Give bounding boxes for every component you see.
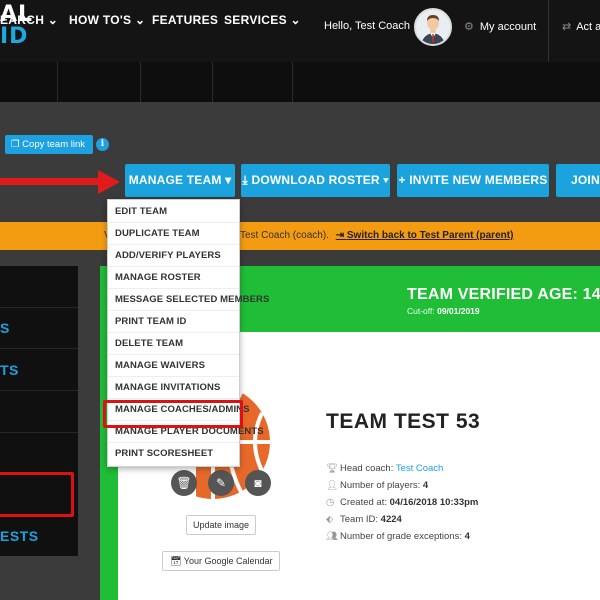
menu-highlight-box: [103, 400, 243, 428]
sidebar-divider: [0, 390, 78, 391]
team-id-value: 4224: [380, 514, 402, 525]
created-row: ◷ Created at: 04/16/2018 10:33pm: [326, 497, 478, 508]
nav-divider: [57, 62, 58, 102]
nav-how-tos[interactable]: HOW TO'S ⌄: [69, 13, 145, 27]
logo-line2: ID: [0, 24, 29, 49]
team-id-row: ⬖ Team ID: 4224: [326, 514, 402, 525]
act-as-link[interactable]: ⇄ Act a: [562, 20, 600, 33]
trash-icon: 🗑︎: [176, 476, 192, 490]
cutoff-date: 09/01/2019: [437, 306, 480, 316]
nav-divider: [140, 62, 141, 102]
sidebar-highlight-box: [0, 472, 74, 517]
switch-icon: ⇄: [562, 21, 572, 33]
users-icon: 👥︎: [326, 531, 339, 542]
annotation-arrow-shaft: [0, 178, 100, 185]
menu-item-manage-invitations[interactable]: MANAGE INVITATIONS: [108, 377, 239, 399]
menu-item-duplicate-team[interactable]: DUPLICATE TEAM: [108, 223, 239, 245]
team-verified-age: TEAM VERIFIED AGE: 14: [407, 286, 600, 303]
header-divider: [548, 0, 549, 62]
act-as-label: Act a: [576, 21, 600, 33]
switch-back-label: Switch back to Test Parent (parent): [346, 230, 514, 241]
sidebar-divider: [0, 348, 78, 349]
join-team-button[interactable]: JOIN T: [556, 164, 600, 197]
tag-icon: ⬖: [326, 514, 334, 525]
info-icon[interactable]: i: [96, 138, 109, 151]
my-account-link[interactable]: ⚙ My account: [464, 20, 536, 33]
calendar-icon: 📅︎: [170, 556, 182, 566]
nav-features[interactable]: FEATURES: [152, 13, 218, 27]
trophy-icon: 🏆︎: [326, 463, 339, 474]
grade-exceptions-value: 4: [464, 531, 470, 542]
nav-divider: [212, 62, 213, 102]
invite-new-members-button[interactable]: + INVITE NEW MEMBERS: [397, 164, 549, 197]
sidebar-item-1[interactable]: S: [0, 320, 10, 336]
switch-icon: ⇥: [335, 230, 345, 241]
created-label: Created at:: [340, 497, 387, 508]
user-icon: 👤︎: [326, 480, 339, 491]
cutoff-label: Cut-off:: [407, 306, 435, 316]
delete-image-button[interactable]: 🗑︎: [171, 470, 197, 496]
players-row: 👤︎ Number of players: 4: [326, 480, 428, 491]
manage-team-button[interactable]: MANAGE TEAM ▾: [125, 164, 235, 197]
download-roster-button[interactable]: ⤓ DOWNLOAD ROSTER ▾: [241, 164, 390, 197]
created-date: 04/16/2018 10:33pm: [389, 497, 479, 508]
players-count: 4: [422, 480, 429, 491]
nav-search[interactable]: EARCH ⌄: [0, 13, 58, 27]
sidebar-divider: [0, 307, 78, 308]
gear-icon: ⚙: [464, 21, 474, 33]
cutoff-text: Cut-off: 09/01/2019: [407, 306, 480, 316]
grade-exceptions-label: Number of grade exceptions:: [340, 531, 462, 542]
my-account-label: My account: [479, 21, 537, 33]
copy-icon: ❐: [11, 139, 20, 150]
banner-text-right: Test Coach (coach). ⇥ Switch back to Tes…: [240, 230, 513, 241]
banner-role-text: Test Coach (coach).: [240, 230, 329, 241]
coach-avatar-icon: [416, 10, 450, 44]
head-coach-row: 🏆︎ Head coach: Test Coach: [326, 463, 443, 474]
copy-team-link-label: Copy team link: [22, 139, 86, 150]
sidebar-item-5[interactable]: ESTS: [0, 528, 39, 544]
instagram-button[interactable]: ◙: [245, 470, 271, 496]
main-nav: [0, 62, 600, 102]
copy-team-link-button[interactable]: ❐ Copy team link: [5, 135, 93, 154]
sidebar-divider: [0, 432, 78, 433]
edit-image-button[interactable]: ✎: [208, 470, 234, 496]
nav-services[interactable]: SERVICES ⌄: [224, 13, 301, 27]
nav-divider: [292, 62, 293, 102]
switch-back-link[interactable]: ⇥ Switch back to Test Parent (parent): [336, 230, 514, 241]
menu-item-delete-team[interactable]: DELETE TEAM: [108, 333, 239, 355]
menu-item-manage-waivers[interactable]: MANAGE WAIVERS: [108, 355, 239, 377]
team-name: TEAM TEST 53: [326, 410, 481, 433]
annotation-arrow-head-icon: [98, 170, 120, 194]
team-id-label: Team ID:: [340, 514, 379, 525]
menu-item-add-verify-players[interactable]: ADD/VERIFY PLAYERS: [108, 245, 239, 267]
head-coach-label: Head coach:: [340, 463, 394, 474]
players-label: Number of players:: [340, 480, 421, 491]
menu-item-print-team-id[interactable]: PRINT TEAM ID: [108, 311, 239, 333]
download-icon: ⤓: [242, 173, 248, 187]
pencil-icon: ✎: [215, 476, 227, 490]
google-calendar-label: Your Google Calendar: [183, 556, 273, 566]
update-image-button[interactable]: Update image: [186, 515, 256, 535]
head-coach-link[interactable]: Test Coach: [396, 463, 444, 474]
instagram-icon: ◙: [254, 476, 262, 490]
menu-item-manage-roster[interactable]: MANAGE ROSTER: [108, 267, 239, 289]
greeting-text: Hello, Test Coach: [324, 20, 411, 32]
google-calendar-button[interactable]: 📅︎ Your Google Calendar: [162, 551, 280, 571]
sidebar-item-2[interactable]: TS: [0, 362, 19, 378]
clock-icon: ◷: [326, 497, 335, 508]
menu-item-message-selected-members[interactable]: MESSAGE SELECTED MEMBERS: [108, 289, 269, 311]
menu-item-print-scoresheet[interactable]: PRINT SCORESHEET: [108, 443, 239, 465]
grade-exceptions-row: 👥︎ Number of grade exceptions: 4: [326, 531, 470, 542]
menu-item-edit-team[interactable]: EDIT TEAM: [108, 201, 239, 223]
avatar[interactable]: [414, 8, 452, 46]
download-roster-label: DOWNLOAD ROSTER ▾: [251, 173, 389, 187]
